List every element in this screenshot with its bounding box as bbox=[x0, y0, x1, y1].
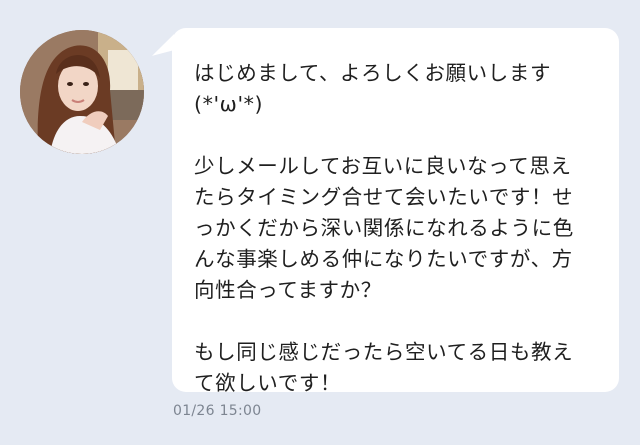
message-bubble[interactable]: はじめまして、よろしくお願いします (*'ω'*) 少しメールしてお互いに良いな… bbox=[172, 28, 619, 395]
message-line: 少しメールしてお互いに良いなって思え bbox=[194, 154, 572, 178]
message-line: もし同じ感じだったら空いてる日も教え bbox=[194, 340, 574, 364]
avatar-photo bbox=[20, 30, 144, 154]
message-line: たらタイミング合せて会いたいです！せ bbox=[194, 185, 574, 209]
message-line: て欲しいです！ bbox=[194, 371, 342, 395]
sender-avatar[interactable] bbox=[20, 30, 144, 154]
message-line: んな事楽しめる仲になりたいですが、方 bbox=[194, 247, 573, 271]
message-line: 向性合ってますか？ bbox=[194, 278, 382, 302]
message-line: っかくだから深い関係になれるように色 bbox=[194, 216, 574, 240]
message-timestamp: 01/26 15:00 bbox=[173, 403, 262, 419]
message-line: (*'ω'*) bbox=[194, 92, 264, 116]
bubble-tail bbox=[152, 34, 174, 62]
message-line: はじめまして、よろしくお願いします bbox=[194, 61, 552, 85]
